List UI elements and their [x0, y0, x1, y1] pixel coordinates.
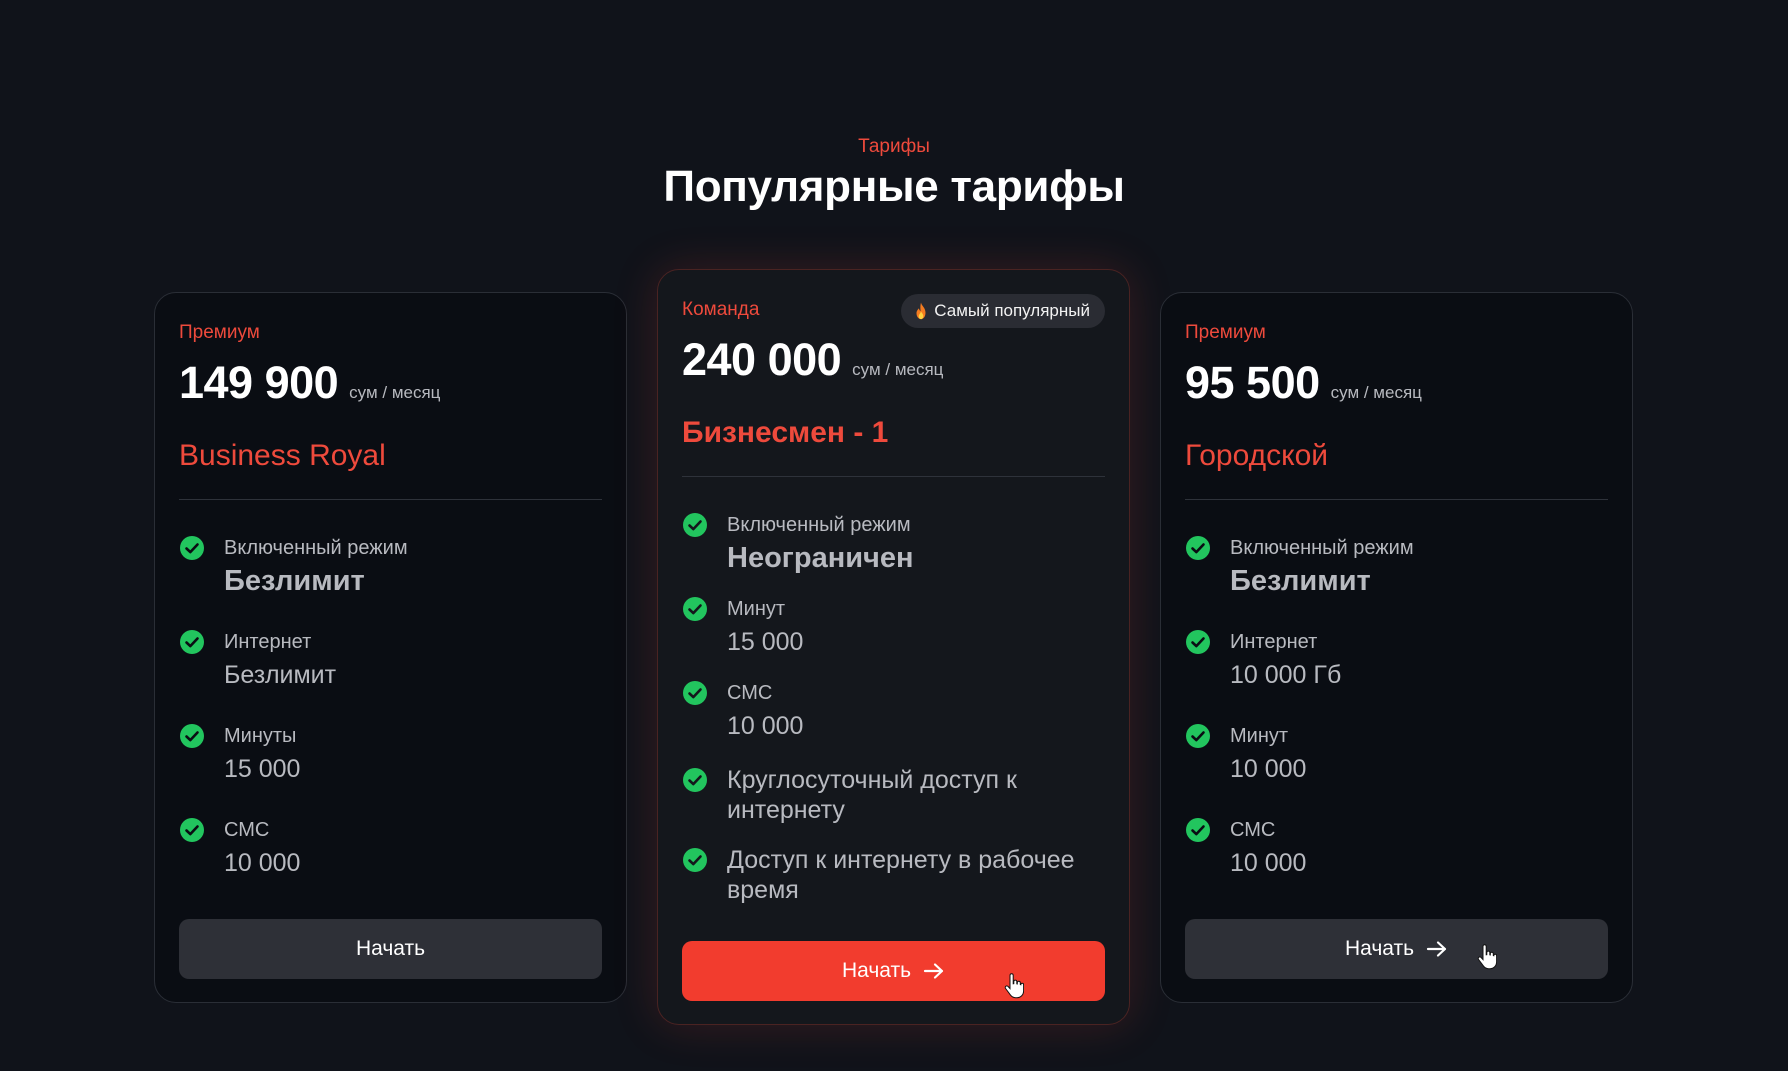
- price-unit: сум / месяц: [852, 360, 944, 379]
- feature-label: Минут: [727, 598, 786, 620]
- feature-label: Минут: [1230, 725, 1289, 747]
- plan-kind: Команда: [682, 299, 760, 320]
- start-button-label: Начать: [1344, 937, 1415, 960]
- price-row: 95 500 сум / месяц: [1185, 357, 1422, 409]
- check-circle-icon: [683, 681, 707, 705]
- check-circle-icon: [1186, 630, 1210, 654]
- plan-price: 95 500: [1185, 357, 1320, 408]
- price-row: 149 900 сум / месяц: [179, 357, 440, 409]
- feature-value: 10 000: [1230, 849, 1307, 877]
- plan-card-business-royal: Премиум 149 900 сум / месяц Business Roy…: [154, 292, 627, 1003]
- check-circle-icon: [1186, 818, 1210, 842]
- check-circle-icon: [683, 597, 707, 621]
- price-row: 240 000 сум / месяц: [682, 334, 943, 386]
- check-circle-icon: [180, 630, 204, 654]
- popular-badge: Самый популярный: [901, 294, 1105, 328]
- check-circle-icon: [180, 818, 204, 842]
- start-button-label: Начать: [355, 937, 426, 960]
- feature-label: СМС: [727, 682, 773, 704]
- pricing-page: Тарифы Популярные тарифы Премиум 149 900…: [0, 0, 1788, 1071]
- plan-name: Бизнесмен - 1: [682, 416, 889, 449]
- check-circle-icon: [180, 536, 204, 560]
- feature-label: Интернет: [1230, 631, 1318, 653]
- fire-icon: [916, 302, 926, 320]
- feature-label: СМС: [224, 819, 270, 841]
- feature-value: 10 000: [1230, 755, 1307, 783]
- plan-price: 149 900: [179, 357, 339, 408]
- feature-value: Безлимит: [1230, 565, 1371, 597]
- price-unit: сум / месяц: [1330, 383, 1422, 402]
- feature-text: Круглосуточный доступ к интернету: [727, 766, 1017, 824]
- start-button-primary[interactable]: Начать: [682, 941, 1105, 1001]
- feature-value: 10 000: [224, 849, 301, 877]
- plan-name: Городской: [1185, 439, 1329, 472]
- arrow-right-icon: [1426, 941, 1447, 957]
- feature-label: Включенный режим: [727, 514, 911, 536]
- start-button-label: Начать: [841, 959, 912, 982]
- feature-value: 10 000: [727, 712, 804, 740]
- section-eyebrow: Тарифы: [858, 136, 930, 157]
- price-unit: сум / месяц: [349, 383, 441, 402]
- divider: [682, 476, 1105, 477]
- check-circle-icon: [1186, 536, 1210, 560]
- feature-value: Безлимит: [224, 661, 337, 689]
- plan-card-biznesmen-1: Команда Самый популярный 240 000 сум / м…: [657, 269, 1130, 1025]
- hand-cursor-icon: [1004, 973, 1024, 999]
- check-circle-icon: [180, 724, 204, 748]
- divider: [179, 499, 602, 500]
- plan-price: 240 000: [682, 334, 842, 385]
- feature-value: Неограничен: [727, 542, 914, 574]
- arrow-right-icon: [923, 963, 944, 979]
- feature-value: Безлимит: [224, 565, 365, 597]
- start-button[interactable]: Начать: [179, 919, 602, 979]
- check-circle-icon: [683, 513, 707, 537]
- divider: [1185, 499, 1608, 500]
- feature-value: 15 000: [727, 628, 804, 656]
- badge-label: Самый популярный: [934, 301, 1090, 320]
- feature-label: СМС: [1230, 819, 1276, 841]
- section-title: Популярные тарифы: [663, 162, 1125, 211]
- feature-value: 10 000 Гб: [1230, 661, 1342, 689]
- check-circle-icon: [683, 848, 707, 872]
- plan-kind: Премиум: [1185, 322, 1266, 343]
- hand-cursor-icon: [1477, 944, 1497, 970]
- start-button[interactable]: Начать: [1185, 919, 1608, 979]
- plan-kind: Премиум: [179, 322, 260, 343]
- feature-label: Минуты: [224, 725, 297, 747]
- plan-card-gorodskoy: Премиум 95 500 сум / месяц Городской Вкл…: [1160, 292, 1633, 1003]
- feature-label: Включенный режим: [1230, 537, 1414, 559]
- feature-label: Интернет: [224, 631, 312, 653]
- feature-text: Доступ к интернету в рабочее время: [727, 846, 1075, 904]
- plan-name: Business Royal: [179, 439, 386, 472]
- check-circle-icon: [1186, 724, 1210, 748]
- check-circle-icon: [683, 768, 707, 792]
- feature-value: 15 000: [224, 755, 301, 783]
- feature-label: Включенный режим: [224, 537, 408, 559]
